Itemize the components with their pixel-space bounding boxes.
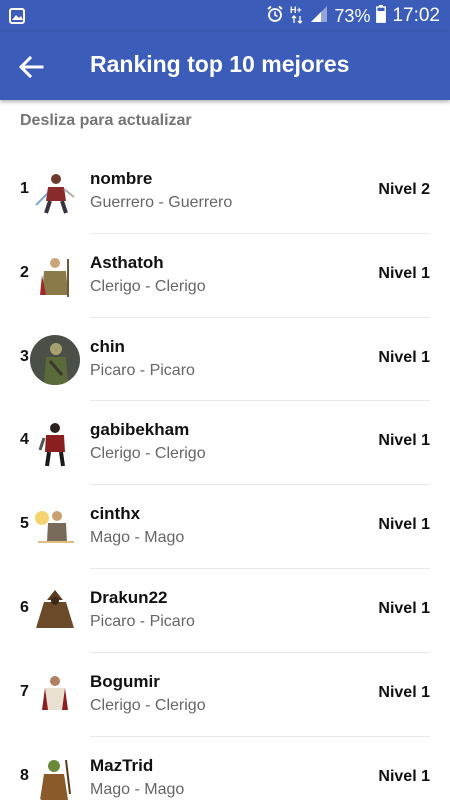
character-avatar [30, 334, 80, 385]
player-level: Nivel 1 [378, 516, 430, 534]
character-avatar [30, 418, 80, 469]
rank-number: 8 [20, 766, 29, 784]
arrow-left-icon [18, 55, 44, 79]
player-level: Nivel 2 [378, 181, 430, 198]
player-level: Nivel 1 [378, 767, 430, 785]
ranking-row[interactable]: 3 chin Picaro - Picaro Nivel 1 [0, 318, 450, 402]
status-bar: H+ 73% 17:02 [0, 0, 450, 32]
player-name: MazTrid [90, 755, 154, 775]
pull-to-refresh-hint: Desliza para actualizar [20, 112, 192, 129]
player-class: Picaro - Picaro [90, 612, 195, 630]
svg-text:H+: H+ [290, 5, 302, 15]
player-level: Nivel 1 [378, 599, 430, 617]
clock: 17:02 [392, 5, 440, 26]
battery-icon [376, 4, 387, 28]
character-avatar [30, 585, 80, 636]
player-class: Mago - Mago [90, 529, 185, 547]
rank-number: 1 [20, 180, 29, 197]
ranking-row[interactable]: 6 Drakun22 Picaro - Picaro Nivel 1 [0, 569, 450, 653]
character-avatar [30, 167, 80, 217]
rank-number: 3 [20, 347, 29, 365]
ranking-row[interactable]: 1 nombre Guerrero - Guerrero Nivel 2 [0, 150, 450, 234]
signal-bars-icon [310, 5, 328, 28]
back-button[interactable] [16, 52, 46, 82]
page-title: Ranking top 10 mejores [90, 51, 350, 77]
player-level: Nivel 1 [378, 432, 430, 450]
gallery-icon [9, 8, 25, 29]
character-avatar [30, 753, 80, 800]
ranking-row[interactable]: 5 cinthx Mago - Mago Nivel 1 [0, 485, 450, 569]
battery-percentage: 73% [334, 5, 371, 26]
ranking-list[interactable]: 1 nombre Guerrero - Guerrero Nivel 2 2 A… [0, 150, 450, 800]
player-name: Drakun22 [90, 587, 168, 607]
player-name: Asthatoh [90, 252, 164, 272]
player-class: Clerigo - Clerigo [90, 277, 206, 295]
player-class: Guerrero - Guerrero [90, 194, 233, 211]
player-level: Nivel 1 [378, 348, 430, 366]
player-class: Clerigo - Clerigo [90, 696, 206, 714]
player-name: cinthx [90, 504, 141, 524]
ranking-row[interactable]: 8 MazTrid Mago - Mago Nivel 1 [0, 737, 450, 800]
ranking-row[interactable]: 4 gabibekham Clerigo - Clerigo Nivel 1 [0, 401, 450, 485]
character-avatar [30, 502, 80, 553]
character-avatar [30, 250, 80, 301]
ranking-row[interactable]: 2 Asthatoh Clerigo - Clerigo Nivel 1 [0, 234, 450, 318]
player-level: Nivel 1 [378, 683, 430, 701]
rank-number: 2 [20, 263, 29, 281]
rank-number: 4 [20, 431, 29, 449]
rank-number: 6 [20, 598, 29, 616]
ranking-row[interactable]: 7 Bogumir Clerigo - Clerigo Nivel 1 [0, 653, 450, 737]
player-class: Mago - Mago [90, 780, 185, 798]
rank-number: 7 [20, 682, 29, 700]
rank-number: 5 [20, 515, 29, 533]
hplus-signal-icon: H+ [290, 4, 304, 29]
player-name: Bogumir [90, 671, 160, 691]
player-name: gabibekham [90, 420, 190, 440]
alarm-icon [266, 5, 284, 28]
player-class: Picaro - Picaro [90, 361, 195, 379]
player-name: chin [90, 336, 125, 356]
character-avatar [30, 669, 80, 720]
app-toolbar: Ranking top 10 mejores [0, 32, 450, 100]
player-name: nombre [90, 169, 153, 188]
player-level: Nivel 1 [378, 264, 430, 282]
player-class: Clerigo - Clerigo [90, 445, 206, 463]
